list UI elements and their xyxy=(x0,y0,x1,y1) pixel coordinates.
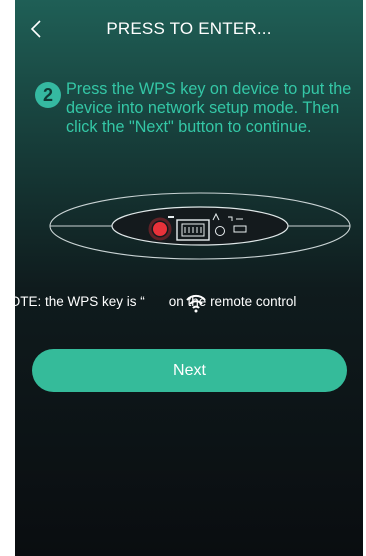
wps-led xyxy=(153,222,167,236)
device-illustration xyxy=(49,192,351,313)
wps-note: NOTE: the WPS key is “ on the remote cont… xyxy=(0,294,366,309)
next-button[interactable]: Next xyxy=(32,349,347,392)
note-text-after: on the remote control xyxy=(168,294,297,309)
note-text-before: NOTE: the WPS key is “ xyxy=(0,294,145,309)
